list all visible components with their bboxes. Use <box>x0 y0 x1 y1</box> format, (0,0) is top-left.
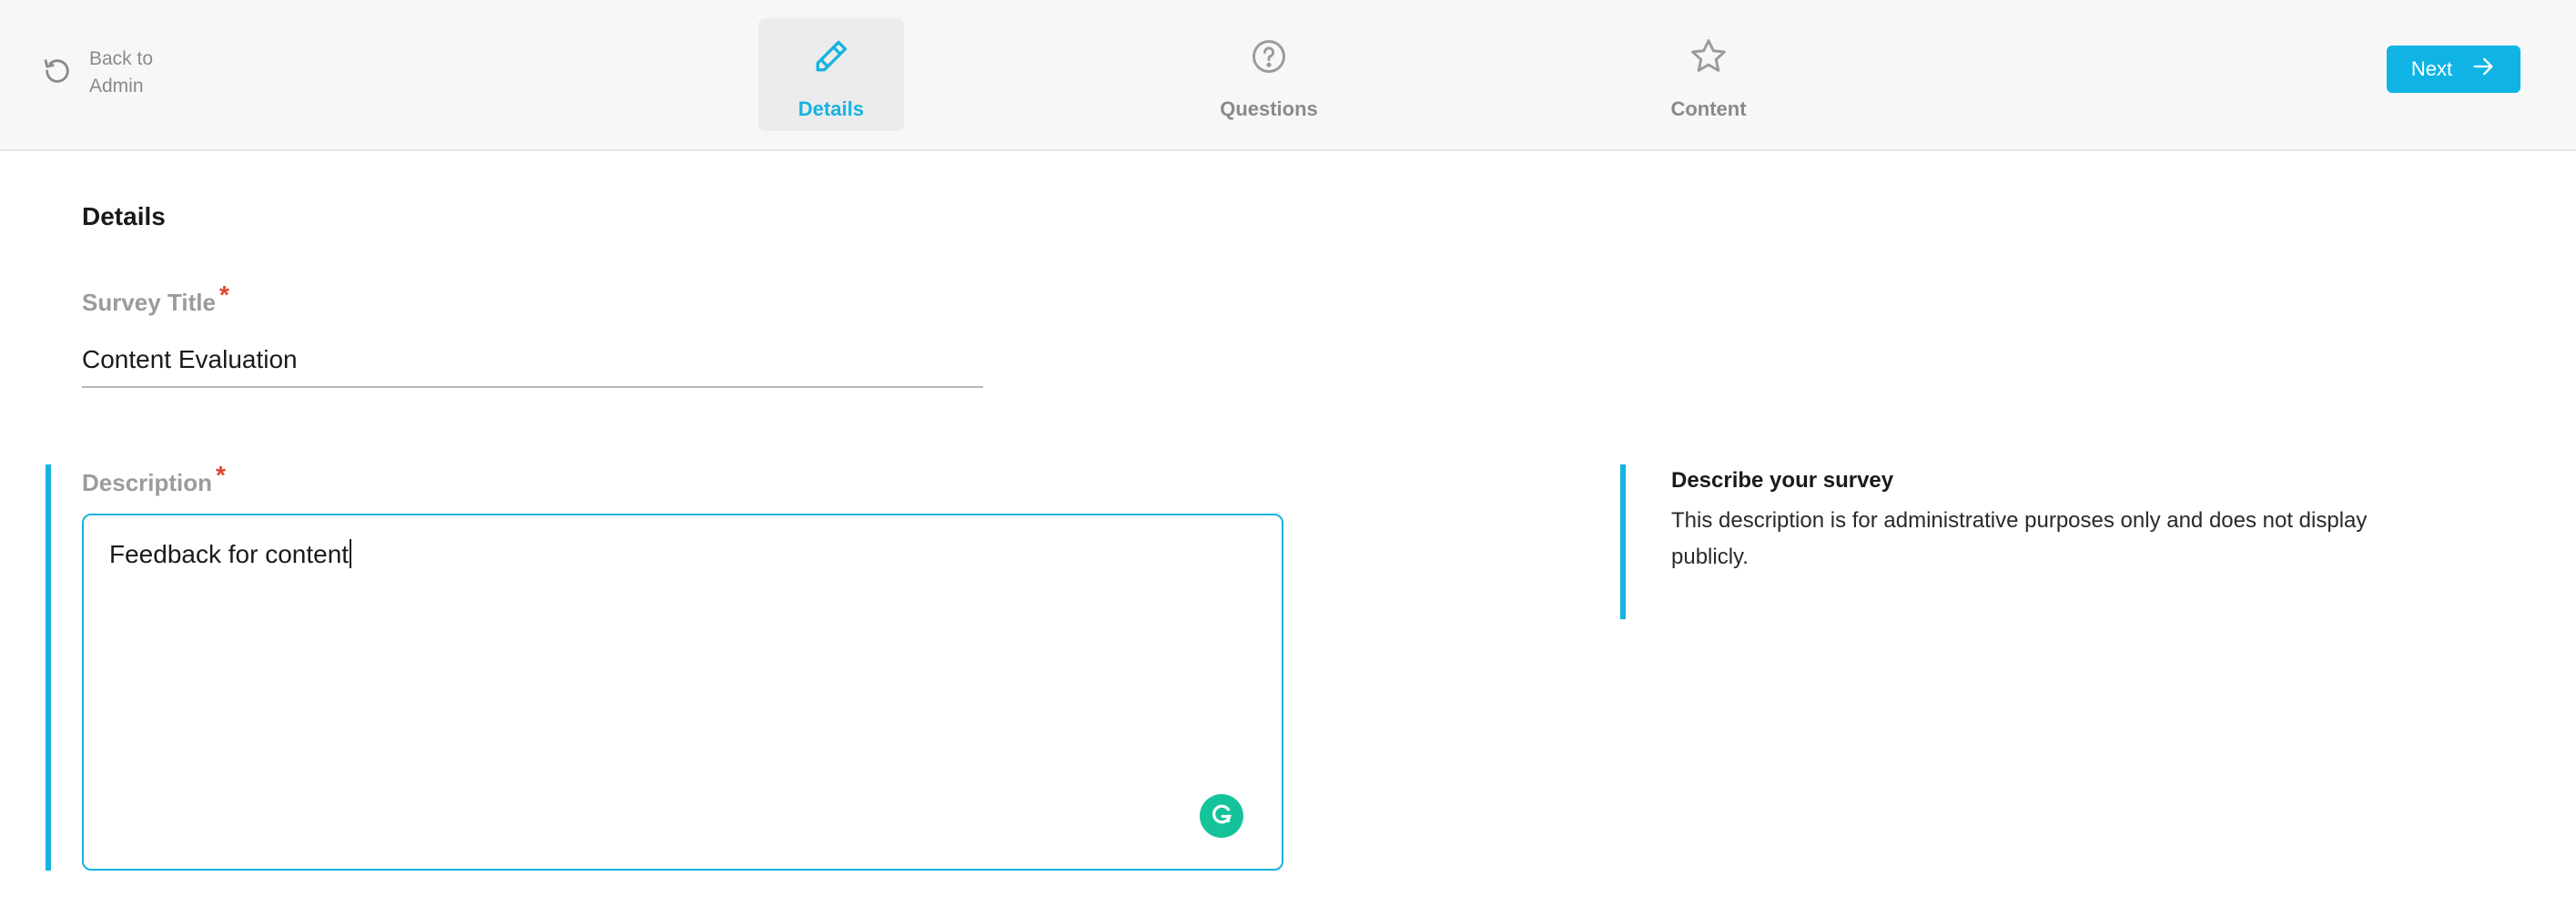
grammarly-button[interactable] <box>1200 794 1243 838</box>
tab-content[interactable]: Content <box>1636 18 1781 131</box>
description-textarea[interactable]: Feedback for content <box>82 514 1283 871</box>
help-text: This description is for administrative p… <box>1671 508 2368 569</box>
next-button-label: Next <box>2410 57 2453 80</box>
required-marker: * <box>218 280 229 309</box>
help-accent-bar <box>1620 464 1626 619</box>
pencil-icon <box>811 18 851 81</box>
tab-questions[interactable]: Questions <box>1196 18 1342 131</box>
back-to-admin-link[interactable]: Back to Admin <box>42 46 162 100</box>
section-title: Details <box>82 202 166 230</box>
help-title: Describe your survey <box>1671 468 1894 493</box>
tab-details[interactable]: Details <box>758 18 904 131</box>
description-focus-bar <box>46 464 51 871</box>
description-label: Description * <box>82 461 226 497</box>
grammarly-g-icon <box>1208 800 1235 832</box>
undo-arrow-icon <box>42 56 73 91</box>
tab-details-label: Details <box>797 97 865 120</box>
back-to-admin-label: Back to Admin <box>89 48 154 97</box>
survey-title-label-text: Survey Title <box>82 289 216 316</box>
arrow-right-icon <box>2470 54 2496 85</box>
star-icon <box>1689 18 1729 81</box>
survey-title-label: Survey Title * <box>82 280 229 317</box>
description-label-text: Description <box>82 469 213 496</box>
tab-content-label: Content <box>1670 97 1747 120</box>
survey-title-input[interactable] <box>82 333 983 388</box>
next-button[interactable]: Next <box>2387 46 2520 93</box>
required-marker: * <box>216 461 226 489</box>
description-value: Feedback for content <box>109 540 350 568</box>
tab-questions-label: Questions <box>1220 97 1318 120</box>
description-text-value: Feedback for content <box>109 539 352 569</box>
text-caret <box>350 539 352 568</box>
question-circle-icon <box>1249 18 1289 81</box>
top-navigation-bar: Back to Admin Details Questions Content … <box>0 0 2576 151</box>
